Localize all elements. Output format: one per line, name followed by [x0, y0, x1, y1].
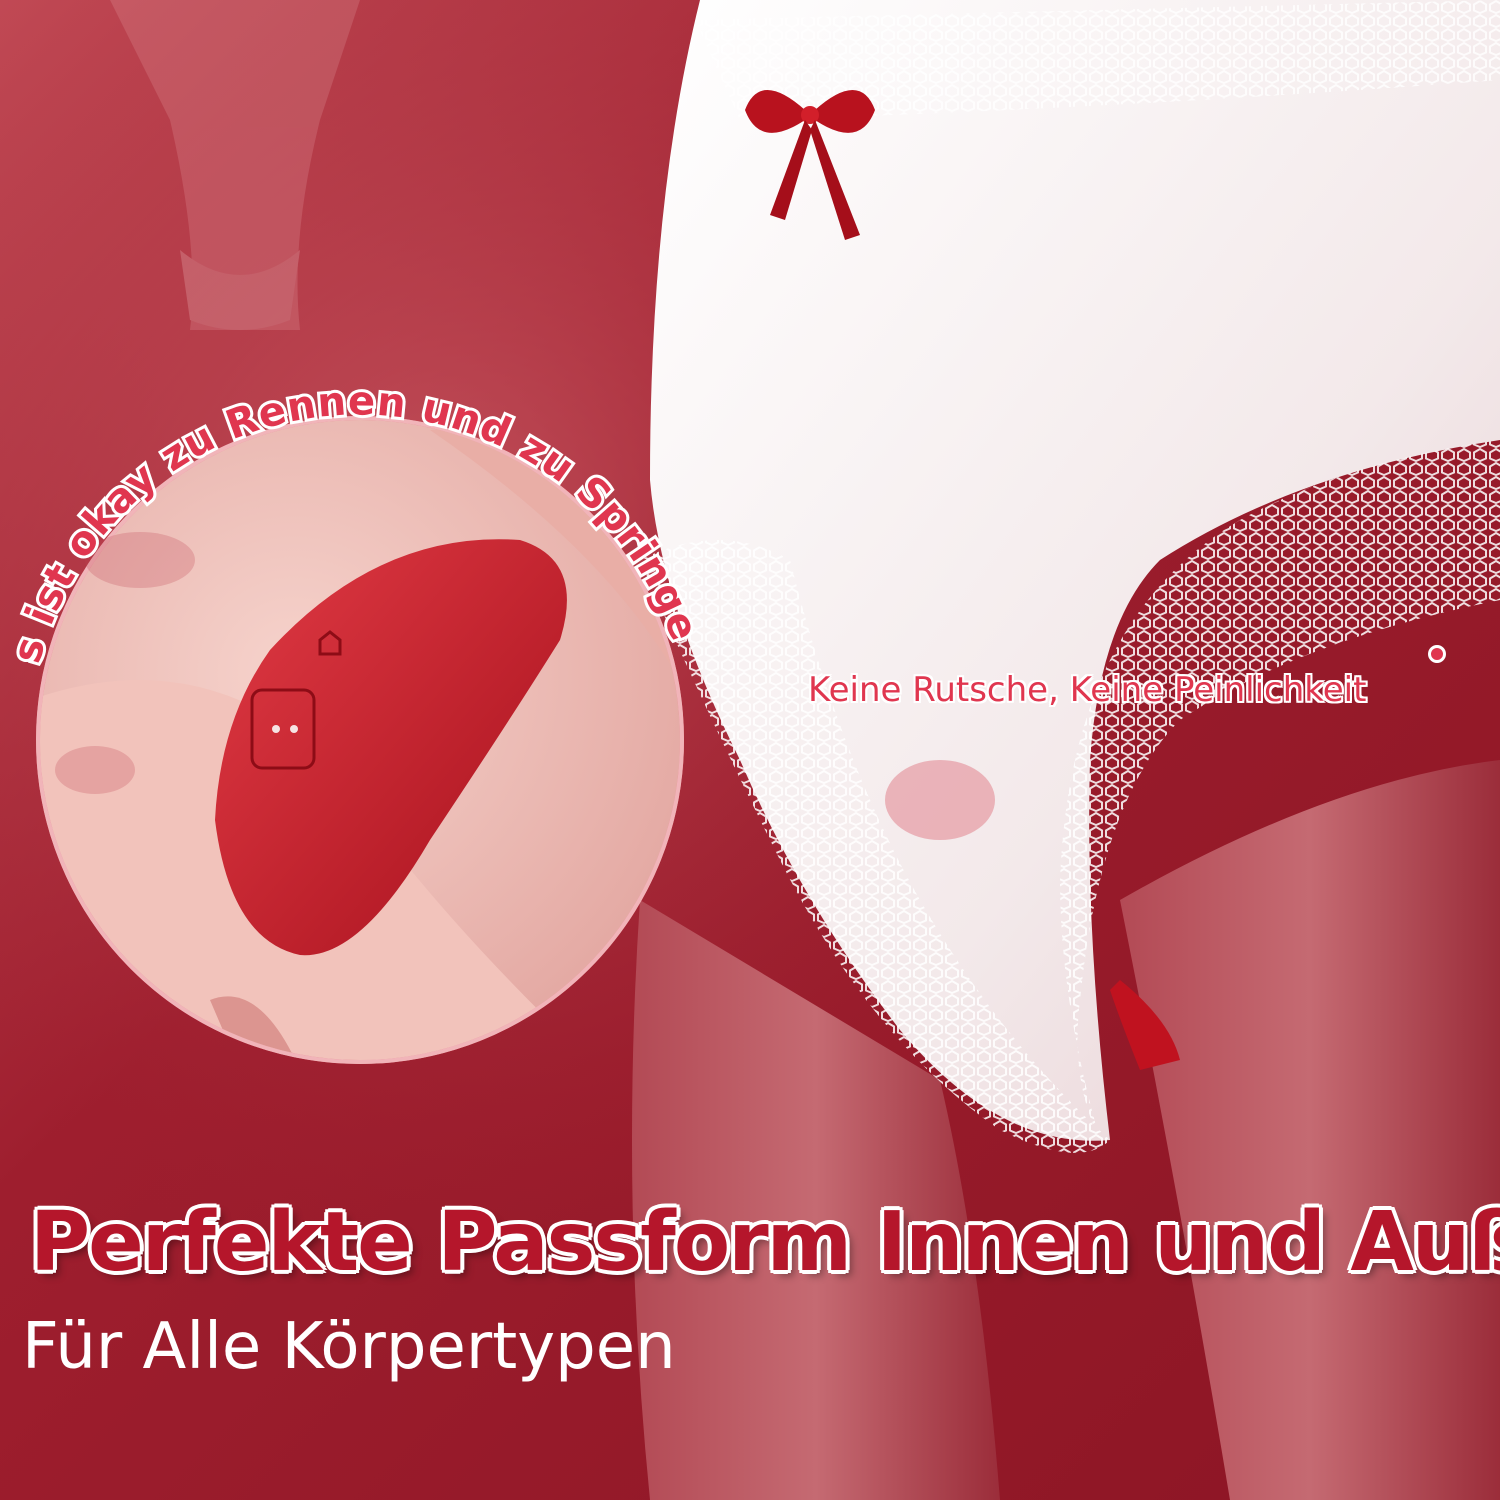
product-image: Es ist okay zu Rennen und zu Springen Ke… [0, 0, 1500, 1500]
callout-text: Keine Rutsche, Keine Peinlichkeit [808, 670, 1367, 710]
subline: Für Alle Körpertypen [22, 1310, 676, 1384]
callout-dot [1428, 645, 1446, 663]
headline: Perfekte Passform Innen und Außen [30, 1195, 1500, 1290]
